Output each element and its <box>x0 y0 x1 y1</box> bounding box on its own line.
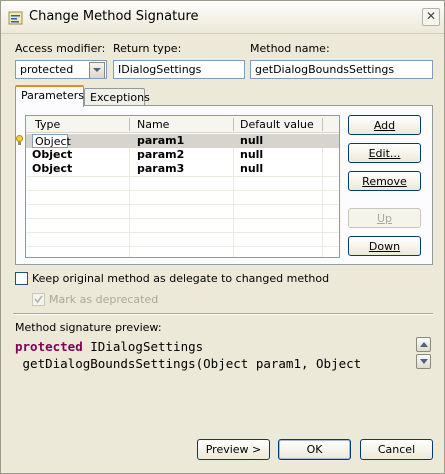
content-assist-lightbulb-icon <box>16 135 23 145</box>
up-button[interactable]: Up <box>348 208 421 228</box>
method-name-label: Method name: <box>250 42 330 55</box>
checkmark-icon <box>34 295 43 304</box>
return-type-label: Return type: <box>113 42 182 55</box>
grid-line <box>26 190 339 191</box>
keep-delegate-label[interactable]: Keep original method as delegate to chan… <box>32 272 329 285</box>
column-header-default-value[interactable]: Default value <box>240 118 314 131</box>
access-modifier-combo[interactable]: protected <box>15 60 107 79</box>
add-button-label: Add <box>373 118 396 132</box>
grid-line <box>26 176 339 177</box>
remove-button-label: Remove <box>362 174 407 188</box>
method-name-field[interactable]: getDialogBoundsSettings <box>250 60 433 79</box>
chevron-down-icon <box>93 68 101 72</box>
separator <box>13 313 433 315</box>
chevron-up-icon <box>419 342 428 347</box>
edit-button[interactable]: Edit... <box>348 143 421 163</box>
preview-scroll-up-button[interactable] <box>416 337 431 352</box>
grid-line <box>26 204 339 205</box>
column-divider[interactable] <box>233 118 234 131</box>
column-divider[interactable] <box>129 118 130 131</box>
access-modifier-value: protected <box>20 63 74 76</box>
type-cell-editor[interactable]: Object <box>32 134 71 148</box>
signature-preview-label: Method signature preview: <box>15 321 162 334</box>
table-row[interactable]: Object param2 null <box>26 148 339 162</box>
ok-button-label: OK <box>306 443 323 456</box>
tab-exceptions-label: Exceptions <box>90 91 150 104</box>
type-cell[interactable]: Object <box>32 162 72 175</box>
cancel-button[interactable]: Cancel <box>360 439 433 460</box>
tab-parameters-label: Parameters <box>21 89 84 102</box>
column-divider[interactable] <box>322 118 323 131</box>
default-value-cell[interactable]: null <box>240 134 263 147</box>
column-header-type[interactable]: Type <box>35 118 60 131</box>
access-modifier-dropdown-button[interactable] <box>89 62 105 78</box>
dialog-title: Change Method Signature <box>29 9 199 24</box>
preview-button-label: Preview > <box>205 443 262 456</box>
add-button[interactable]: Add <box>348 115 421 135</box>
preview-line-1: protected IDialogSettings <box>15 339 203 354</box>
access-modifier-label: Access modifier: <box>15 42 106 55</box>
return-type-field[interactable]: IDialogSettings <box>113 60 245 79</box>
return-type-value: IDialogSettings <box>118 63 202 76</box>
name-cell[interactable]: param3 <box>137 162 184 175</box>
mark-deprecated-label: Mark as deprecated <box>49 293 159 306</box>
tab-parameters[interactable]: Parameters <box>15 85 84 107</box>
down-button-label: Down <box>368 239 401 253</box>
type-cell[interactable]: Object <box>32 148 72 161</box>
method-name-value: getDialogBoundsSettings <box>255 63 395 76</box>
keep-delegate-checkbox[interactable] <box>15 272 28 285</box>
title-bar: Change Method Signature ✕ <box>1 1 444 34</box>
eclipse-refactor-icon <box>8 11 23 25</box>
name-cell[interactable]: param2 <box>137 148 184 161</box>
grid-line <box>26 232 339 233</box>
ok-button[interactable]: OK <box>278 439 351 460</box>
edit-button-label: Edit... <box>368 146 401 160</box>
mark-deprecated-checkbox[interactable] <box>32 293 45 306</box>
preview-button[interactable]: Preview > <box>197 439 270 460</box>
column-header-name[interactable]: Name <box>137 118 169 131</box>
default-value-cell[interactable]: null <box>240 148 263 161</box>
parameters-table[interactable]: Type Name Default value Object param1 nu… <box>25 115 340 258</box>
signature-preview-text: protected IDialogSettings getDialogBound… <box>13 337 433 375</box>
up-button-label: Up <box>376 211 393 225</box>
preview-scroll-down-button[interactable] <box>416 354 431 369</box>
default-value-cell[interactable]: null <box>240 162 263 175</box>
grid-line <box>26 246 339 247</box>
table-row[interactable]: Object param3 null <box>26 162 339 176</box>
down-button[interactable]: Down <box>348 236 421 256</box>
preview-return-type: IDialogSettings <box>82 339 204 354</box>
remove-button[interactable]: Remove <box>348 171 421 191</box>
close-button[interactable]: ✕ <box>422 8 440 26</box>
chevron-down-icon <box>419 359 428 364</box>
table-header: Type Name Default value <box>26 116 339 133</box>
cancel-button-label: Cancel <box>377 443 416 456</box>
preview-keyword: protected <box>15 339 83 354</box>
close-icon: ✕ <box>425 9 437 23</box>
name-cell[interactable]: param1 <box>137 134 184 147</box>
change-method-signature-dialog: Change Method Signature ✕ Access modifie… <box>0 0 445 474</box>
grid-line <box>26 218 339 219</box>
preview-line-2: getDialogBoundsSettings(Object param1, O… <box>15 356 362 371</box>
table-row[interactable]: Object param1 null <box>26 134 339 148</box>
